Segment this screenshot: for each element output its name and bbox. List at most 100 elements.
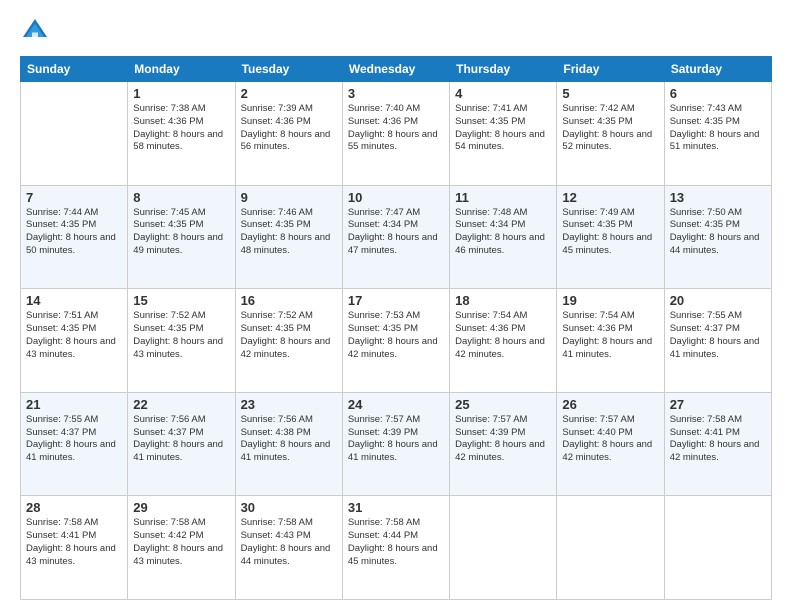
day-info: Sunrise: 7:58 AM Sunset: 4:41 PM Dayligh… xyxy=(670,414,766,465)
calendar-cell: 15 Sunrise: 7:52 AM Sunset: 4:35 PM Dayli… xyxy=(128,289,235,393)
day-info: Sunrise: 7:48 AM Sunset: 4:34 PM Dayligh… xyxy=(455,207,551,258)
calendar-cell: 10Sunrise: 7:47 AM Sunset: 4:34 PM Dayli… xyxy=(342,185,449,289)
day-info: Sunrise: 7:45 AM Sunset: 4:35 PM Dayligh… xyxy=(133,207,229,258)
calendar-cell: 8 Sunrise: 7:45 AM Sunset: 4:35 PM Daylig… xyxy=(128,185,235,289)
day-info: Sunrise: 7:42 AM Sunset: 4:35 PM Dayligh… xyxy=(562,103,658,154)
day-number: 29 xyxy=(133,500,229,515)
day-number: 14 xyxy=(26,293,122,308)
day-number: 11 xyxy=(455,190,551,205)
day-info: Sunrise: 7:52 AM Sunset: 4:35 PM Dayligh… xyxy=(133,310,229,361)
day-info: Sunrise: 7:56 AM Sunset: 4:38 PM Dayligh… xyxy=(241,414,337,465)
day-number: 27 xyxy=(670,397,766,412)
day-info: Sunrise: 7:38 AM Sunset: 4:36 PM Dayligh… xyxy=(133,103,229,154)
day-number: 5 xyxy=(562,86,658,101)
day-info: Sunrise: 7:53 AM Sunset: 4:35 PM Dayligh… xyxy=(348,310,444,361)
day-number: 3 xyxy=(348,86,444,101)
week-row-2: 14 Sunrise: 7:51 AM Sunset: 4:35 PM Dayli… xyxy=(21,289,772,393)
calendar-cell xyxy=(557,496,664,600)
day-info: Sunrise: 7:49 AM Sunset: 4:35 PM Dayligh… xyxy=(562,207,658,258)
day-header-tuesday: Tuesday xyxy=(235,57,342,82)
day-number: 23 xyxy=(241,397,337,412)
calendar-cell: 29 Sunrise: 7:58 AM Sunset: 4:42 PM Dayli… xyxy=(128,496,235,600)
day-header-wednesday: Wednesday xyxy=(342,57,449,82)
calendar-cell: 6 Sunrise: 7:43 AM Sunset: 4:35 PM Daylig… xyxy=(664,82,771,186)
calendar-cell: 3 Sunrise: 7:40 AM Sunset: 4:36 PM Daylig… xyxy=(342,82,449,186)
calendar-cell: 26 Sunrise: 7:57 AM Sunset: 4:40 PM Dayli… xyxy=(557,392,664,496)
day-info: Sunrise: 7:57 AM Sunset: 4:40 PM Dayligh… xyxy=(562,414,658,465)
calendar-cell: 1Sunrise: 7:38 AM Sunset: 4:36 PM Daylig… xyxy=(128,82,235,186)
day-info: Sunrise: 7:57 AM Sunset: 4:39 PM Dayligh… xyxy=(455,414,551,465)
day-number: 25 xyxy=(455,397,551,412)
calendar-cell: 11 Sunrise: 7:48 AM Sunset: 4:34 PM Dayli… xyxy=(450,185,557,289)
calendar-cell: 9Sunrise: 7:46 AM Sunset: 4:35 PM Daylig… xyxy=(235,185,342,289)
day-number: 26 xyxy=(562,397,658,412)
day-number: 8 xyxy=(133,190,229,205)
calendar-cell: 5 Sunrise: 7:42 AM Sunset: 4:35 PM Daylig… xyxy=(557,82,664,186)
calendar-cell: 18Sunrise: 7:54 AM Sunset: 4:36 PM Dayli… xyxy=(450,289,557,393)
day-number: 18 xyxy=(455,293,551,308)
day-info: Sunrise: 7:50 AM Sunset: 4:35 PM Dayligh… xyxy=(670,207,766,258)
calendar-cell: 20 Sunrise: 7:55 AM Sunset: 4:37 PM Dayli… xyxy=(664,289,771,393)
day-info: Sunrise: 7:44 AM Sunset: 4:35 PM Dayligh… xyxy=(26,207,122,258)
day-info: Sunrise: 7:55 AM Sunset: 4:37 PM Dayligh… xyxy=(26,414,122,465)
day-number: 20 xyxy=(670,293,766,308)
day-number: 10 xyxy=(348,190,444,205)
day-header-thursday: Thursday xyxy=(450,57,557,82)
day-number: 4 xyxy=(455,86,551,101)
day-info: Sunrise: 7:52 AM Sunset: 4:35 PM Dayligh… xyxy=(241,310,337,361)
page: SundayMondayTuesdayWednesdayThursdayFrid… xyxy=(0,0,792,612)
week-row-4: 28 Sunrise: 7:58 AM Sunset: 4:41 PM Dayli… xyxy=(21,496,772,600)
calendar-cell: 16 Sunrise: 7:52 AM Sunset: 4:35 PM Dayli… xyxy=(235,289,342,393)
calendar-cell: 14 Sunrise: 7:51 AM Sunset: 4:35 PM Dayli… xyxy=(21,289,128,393)
day-info: Sunrise: 7:39 AM Sunset: 4:36 PM Dayligh… xyxy=(241,103,337,154)
day-info: Sunrise: 7:40 AM Sunset: 4:36 PM Dayligh… xyxy=(348,103,444,154)
day-header-saturday: Saturday xyxy=(664,57,771,82)
calendar-cell: 13Sunrise: 7:50 AM Sunset: 4:35 PM Dayli… xyxy=(664,185,771,289)
calendar-cell: 17 Sunrise: 7:53 AM Sunset: 4:35 PM Dayli… xyxy=(342,289,449,393)
day-number: 9 xyxy=(241,190,337,205)
calendar-cell xyxy=(21,82,128,186)
day-info: Sunrise: 7:54 AM Sunset: 4:36 PM Dayligh… xyxy=(562,310,658,361)
day-info: Sunrise: 7:58 AM Sunset: 4:42 PM Dayligh… xyxy=(133,517,229,568)
day-number: 17 xyxy=(348,293,444,308)
calendar-cell: 2Sunrise: 7:39 AM Sunset: 4:36 PM Daylig… xyxy=(235,82,342,186)
day-number: 16 xyxy=(241,293,337,308)
day-number: 7 xyxy=(26,190,122,205)
calendar-cell: 30 Sunrise: 7:58 AM Sunset: 4:43 PM Dayli… xyxy=(235,496,342,600)
day-info: Sunrise: 7:58 AM Sunset: 4:44 PM Dayligh… xyxy=(348,517,444,568)
day-number: 19 xyxy=(562,293,658,308)
day-info: Sunrise: 7:51 AM Sunset: 4:35 PM Dayligh… xyxy=(26,310,122,361)
day-number: 12 xyxy=(562,190,658,205)
day-header-monday: Monday xyxy=(128,57,235,82)
day-number: 24 xyxy=(348,397,444,412)
day-info: Sunrise: 7:57 AM Sunset: 4:39 PM Dayligh… xyxy=(348,414,444,465)
day-number: 30 xyxy=(241,500,337,515)
day-number: 21 xyxy=(26,397,122,412)
header xyxy=(20,16,772,46)
calendar-cell: 21 Sunrise: 7:55 AM Sunset: 4:37 PM Dayli… xyxy=(21,392,128,496)
day-info: Sunrise: 7:58 AM Sunset: 4:43 PM Dayligh… xyxy=(241,517,337,568)
day-number: 31 xyxy=(348,500,444,515)
week-row-0: 1Sunrise: 7:38 AM Sunset: 4:36 PM Daylig… xyxy=(21,82,772,186)
calendar-cell xyxy=(664,496,771,600)
calendar-cell: 25 Sunrise: 7:57 AM Sunset: 4:39 PM Dayli… xyxy=(450,392,557,496)
day-info: Sunrise: 7:56 AM Sunset: 4:37 PM Dayligh… xyxy=(133,414,229,465)
day-info: Sunrise: 7:55 AM Sunset: 4:37 PM Dayligh… xyxy=(670,310,766,361)
day-header-sunday: Sunday xyxy=(21,57,128,82)
calendar-cell: 7 Sunrise: 7:44 AM Sunset: 4:35 PM Daylig… xyxy=(21,185,128,289)
calendar-cell: 24 Sunrise: 7:57 AM Sunset: 4:39 PM Dayli… xyxy=(342,392,449,496)
week-row-3: 21 Sunrise: 7:55 AM Sunset: 4:37 PM Dayli… xyxy=(21,392,772,496)
week-row-1: 7 Sunrise: 7:44 AM Sunset: 4:35 PM Daylig… xyxy=(21,185,772,289)
day-info: Sunrise: 7:41 AM Sunset: 4:35 PM Dayligh… xyxy=(455,103,551,154)
day-number: 15 xyxy=(133,293,229,308)
day-info: Sunrise: 7:58 AM Sunset: 4:41 PM Dayligh… xyxy=(26,517,122,568)
day-info: Sunrise: 7:43 AM Sunset: 4:35 PM Dayligh… xyxy=(670,103,766,154)
day-header-friday: Friday xyxy=(557,57,664,82)
calendar-cell: 4 Sunrise: 7:41 AM Sunset: 4:35 PM Daylig… xyxy=(450,82,557,186)
calendar-cell: 27 Sunrise: 7:58 AM Sunset: 4:41 PM Dayli… xyxy=(664,392,771,496)
days-header-row: SundayMondayTuesdayWednesdayThursdayFrid… xyxy=(21,57,772,82)
calendar-body: 1Sunrise: 7:38 AM Sunset: 4:36 PM Daylig… xyxy=(21,82,772,600)
day-number: 6 xyxy=(670,86,766,101)
day-number: 28 xyxy=(26,500,122,515)
calendar-cell xyxy=(450,496,557,600)
